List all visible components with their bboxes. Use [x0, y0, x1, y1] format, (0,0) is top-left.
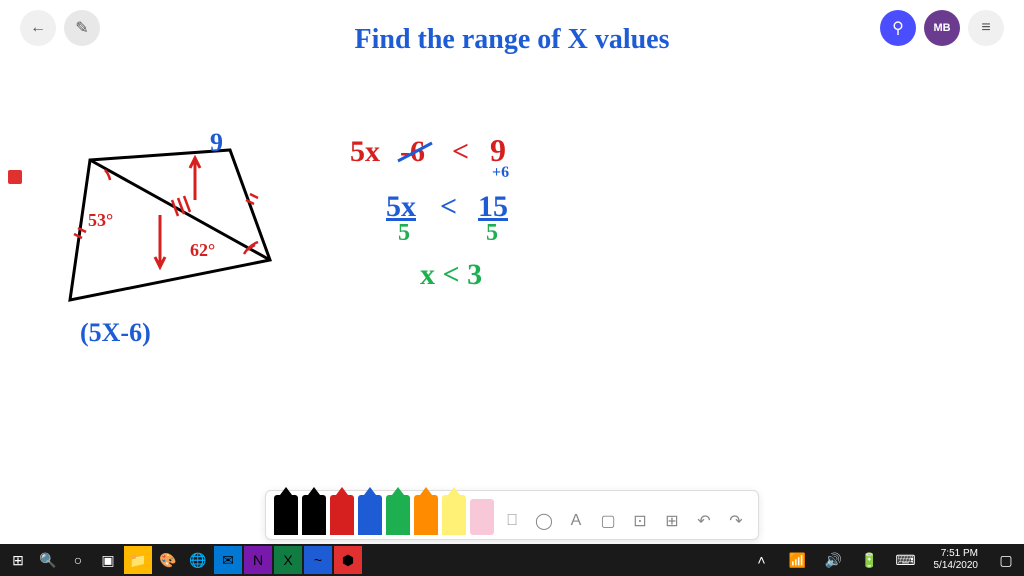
diagram-angle-2: 62°: [190, 240, 215, 261]
work-line1-op: <: [452, 135, 469, 169]
keyboard-icon[interactable]: ⌨: [892, 546, 920, 574]
work-line2-rhs: 15: [478, 190, 508, 224]
pen-tray: ⎕ ◯ A ▢ ⊡ ⊞ ↶ ↷: [265, 490, 759, 540]
onenote-icon[interactable]: N: [244, 546, 272, 574]
windows-taskbar: ⊞ 🔍 ○ ▣ 📁 🎨 🌐 ✉ N X ~ ⬢ ˄ 📶 🔊 🔋 ⌨ 7:51 P…: [0, 544, 1024, 576]
top-right-controls: ⚲ MB ≡: [880, 10, 1004, 46]
wifi-icon[interactable]: 📶: [784, 546, 812, 574]
chrome-icon[interactable]: 🌐: [184, 546, 212, 574]
text-tool[interactable]: A: [562, 507, 590, 535]
undo-button[interactable]: ↶: [690, 507, 718, 535]
back-button[interactable]: ←: [20, 10, 56, 46]
whiteboard-canvas[interactable]: 9 53° 62° (5X-6) 5x -6 < 9 +6 5x 5 < 15 …: [0, 60, 1024, 516]
tray-up-icon[interactable]: ˄: [748, 546, 776, 574]
taskbar-right: ˄ 📶 🔊 🔋 ⌨ 7:51 PM 5/14/2020 ▢: [748, 546, 1021, 574]
work-line3: x < 3: [420, 258, 482, 292]
redo-button[interactable]: ↷: [722, 507, 750, 535]
strike-mark: [396, 139, 436, 165]
system-clock[interactable]: 7:51 PM 5/14/2020: [928, 548, 985, 572]
pen-black-2[interactable]: [302, 495, 326, 535]
page-title: Find the range of X values: [355, 24, 670, 56]
pen-blue[interactable]: [358, 495, 382, 535]
app-icon-1[interactable]: 🎨: [154, 546, 182, 574]
recorder-icon[interactable]: ⬢: [334, 546, 362, 574]
volume-icon[interactable]: 🔊: [820, 546, 848, 574]
start-button[interactable]: ⊞: [4, 546, 32, 574]
cortana-icon[interactable]: ○: [64, 546, 92, 574]
work-line2-op: <: [440, 190, 457, 224]
add-tool[interactable]: ⊞: [658, 507, 686, 535]
excel-icon[interactable]: X: [274, 546, 302, 574]
work-line1-lhs: 5x: [350, 135, 380, 169]
pen-mode-button[interactable]: ✎: [64, 10, 100, 46]
pen-red[interactable]: [330, 495, 354, 535]
work-line1-strike: -6: [400, 135, 425, 169]
clock-date: 5/14/2020: [934, 560, 979, 572]
image-tool[interactable]: ⊡: [626, 507, 654, 535]
menu-button[interactable]: ≡: [968, 10, 1004, 46]
outlook-icon[interactable]: ✉: [214, 546, 242, 574]
notifications-icon[interactable]: ▢: [992, 546, 1020, 574]
pen-black-1[interactable]: [274, 495, 298, 535]
work-line2-div1: 5: [398, 220, 410, 247]
file-explorer-icon[interactable]: 📁: [124, 546, 152, 574]
eraser-tool[interactable]: [470, 499, 494, 535]
geometry-diagram: [30, 100, 310, 340]
pen-orange[interactable]: [414, 495, 438, 535]
record-indicator[interactable]: [8, 170, 22, 184]
pen-green[interactable]: [386, 495, 410, 535]
shape-tool[interactable]: ▢: [594, 507, 622, 535]
share-button[interactable]: ⚲: [880, 10, 916, 46]
user-avatar[interactable]: MB: [924, 10, 960, 46]
work-line2-lhs: 5x: [386, 190, 416, 224]
battery-icon[interactable]: 🔋: [856, 546, 884, 574]
taskview-icon[interactable]: ▣: [94, 546, 122, 574]
ruler-tool[interactable]: ⎕: [498, 507, 526, 535]
clock-time: 7:51 PM: [941, 548, 978, 560]
diagram-label-bottom: (5X-6): [80, 318, 151, 348]
work-line1-plus: +6: [492, 164, 509, 182]
diagram-angle-1: 53°: [88, 210, 113, 231]
work-line2-div2: 5: [486, 220, 498, 247]
top-left-controls: ← ✎: [20, 10, 100, 46]
pen-highlighter[interactable]: [442, 495, 466, 535]
app-icon-2[interactable]: ~: [304, 546, 332, 574]
diagram-label-top: 9: [210, 128, 223, 158]
taskbar-left: ⊞ 🔍 ○ ▣ 📁 🎨 🌐 ✉ N X ~ ⬢: [4, 546, 362, 574]
search-icon[interactable]: 🔍: [34, 546, 62, 574]
lasso-tool[interactable]: ◯: [530, 507, 558, 535]
